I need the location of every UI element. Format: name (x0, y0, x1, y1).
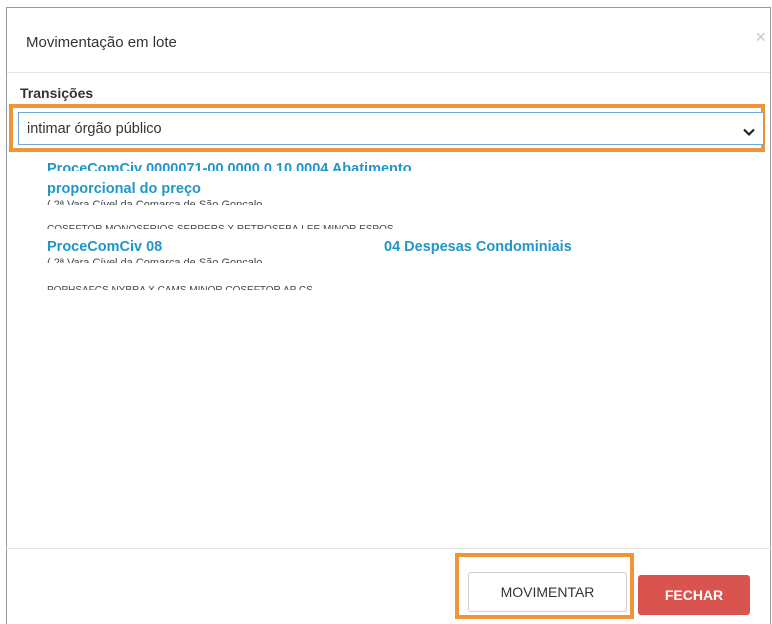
process-court: ( 2ª Vara Cível da Comarca de São Gonçal… (47, 257, 263, 263)
modal-header: Movimentação em lote × (7, 8, 770, 73)
close-icon[interactable]: × (755, 28, 766, 46)
process-court: ( 2ª Vara Cível da Comarca de São Gonçal… (47, 199, 263, 205)
process-link[interactable]: ProceComCiv 08 (47, 239, 162, 255)
transitions-label: Transições (20, 85, 94, 101)
move-button[interactable]: MOVIMENTAR (468, 572, 627, 612)
transitions-select[interactable]: intimar órgão público (18, 112, 764, 145)
process-parties: COSEFTOR MONOSERIOS SERPERS X RETROSEBA.… (47, 224, 394, 229)
process-link-continued[interactable]: proporcional do preço (47, 181, 201, 197)
batch-move-modal: Movimentação em lote × (6, 7, 771, 624)
chevron-down-icon (743, 124, 755, 142)
process-parties: POPHSAFCS NYBRA X CAMS MINOR COSEFTOR AP… (47, 285, 313, 290)
close-button[interactable]: FECHAR (638, 575, 750, 615)
transitions-selected-value: intimar órgão público (27, 121, 162, 137)
process-link-subject[interactable]: 04 Despesas Condominiais (384, 239, 572, 255)
modal-title: Movimentação em lote (26, 34, 177, 51)
process-link[interactable]: ProceComCiv 0000071-00.0000.0.10.0004 Ab… (47, 161, 412, 171)
